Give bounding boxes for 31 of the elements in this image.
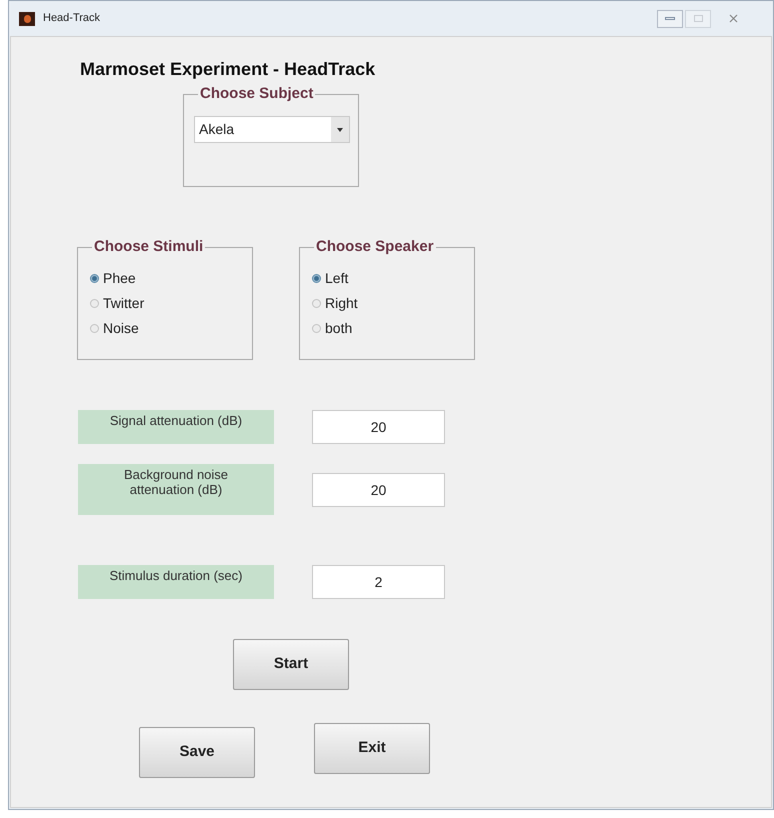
parameter-label: Signal attenuation (dB) (78, 410, 274, 444)
radio-label: Left (325, 269, 348, 288)
radio-label: both (325, 319, 352, 338)
radio-option[interactable]: Twitter (90, 291, 252, 316)
group-title: Choose Subject (198, 85, 316, 103)
radio-option[interactable]: Left (312, 266, 474, 291)
action-button[interactable]: Save (139, 727, 255, 778)
radio-label: Right (325, 294, 358, 313)
value-field[interactable]: 2 (312, 565, 445, 599)
dropdown-value: Akela (198, 120, 236, 139)
heading: Marmoset Experiment - HeadTrack (80, 58, 376, 81)
group-title: Choose Speaker (314, 238, 436, 256)
value-field[interactable]: 20 (312, 472, 445, 506)
minimize-button[interactable] (657, 10, 683, 28)
radio-option[interactable]: Phee (90, 266, 252, 291)
radio-option[interactable]: Noise (90, 316, 252, 341)
radio-label: Noise (103, 319, 139, 338)
value-field[interactable]: 20 (312, 410, 445, 444)
window-title: Head-Track (43, 11, 100, 26)
action-button[interactable]: Start (233, 639, 349, 690)
parameter-label: Background noise attenuation (dB) (78, 464, 274, 515)
caret-icon (331, 117, 349, 142)
parameter-label: Stimulus duration (sec) (78, 565, 274, 599)
radio-label: Phee (103, 269, 136, 288)
radio-option[interactable]: Right (312, 291, 474, 316)
subject-dropdown[interactable]: Akela (194, 116, 350, 143)
app-icon (19, 12, 35, 26)
close-icon[interactable] (728, 14, 738, 23)
action-button[interactable]: Exit (314, 723, 430, 774)
radio-option[interactable]: both (312, 316, 474, 341)
radio-label: Twitter (103, 294, 144, 313)
